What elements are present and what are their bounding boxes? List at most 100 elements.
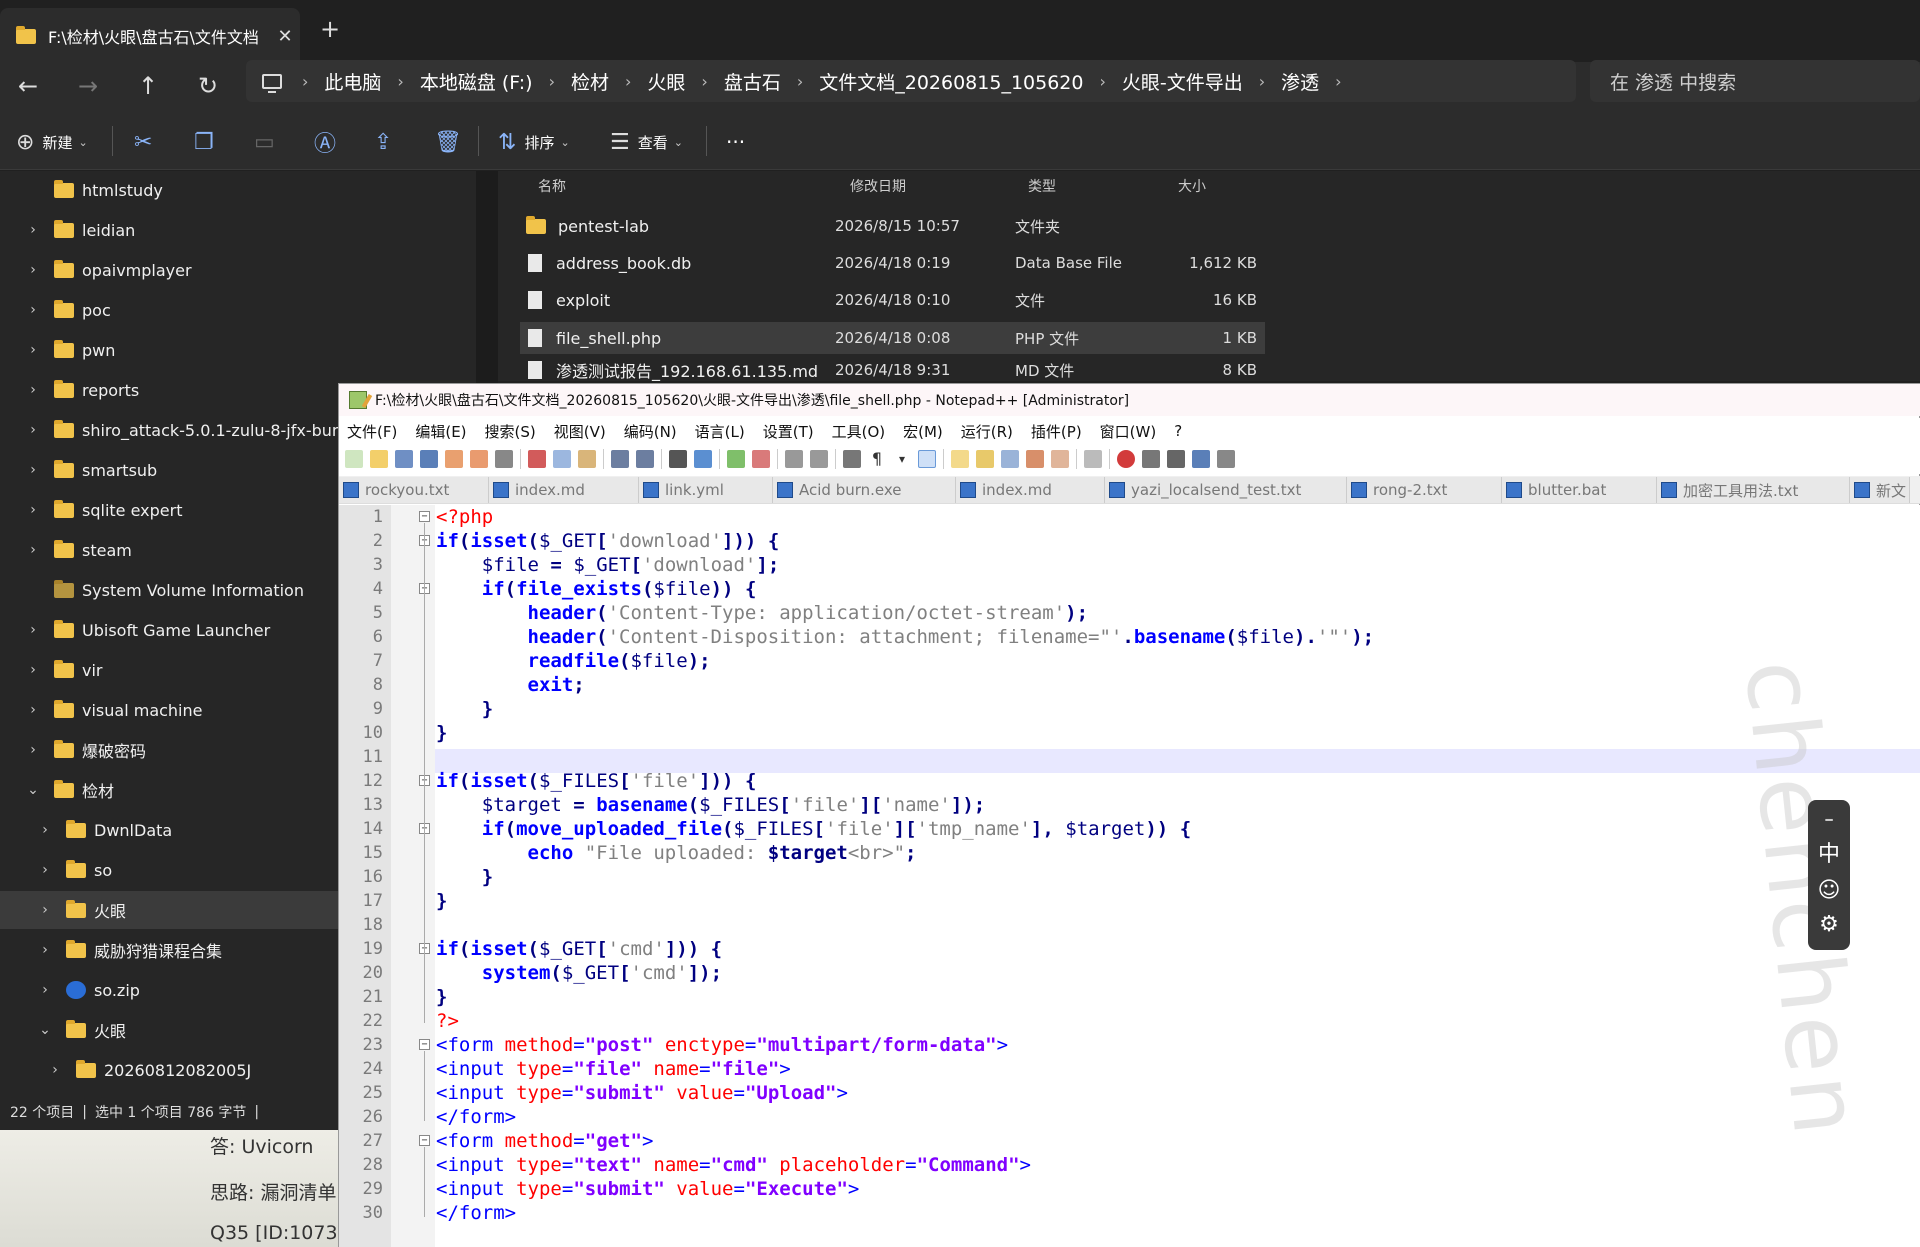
- file-row[interactable]: exploit 2026/4/18 0:10 文件 16 KB: [520, 284, 1265, 316]
- file-tab[interactable]: 新文: [1850, 477, 1910, 503]
- ime-mode-indicator[interactable]: 中: [1818, 836, 1840, 868]
- word-wrap-icon[interactable]: [843, 450, 861, 468]
- sync-vertical-icon[interactable]: [785, 450, 803, 468]
- emoji-icon[interactable]: ☺: [1818, 878, 1841, 903]
- file-row[interactable]: pentest-lab 2026/8/15 10:57 文件夹: [520, 210, 1265, 242]
- dropdown-icon[interactable]: ▾: [893, 450, 911, 468]
- tree-item[interactable]: › poc: [0, 291, 476, 329]
- breadcrumb-item[interactable]: 此电脑: [324, 68, 381, 95]
- file-row[interactable]: address_book.db 2026/4/18 0:19 Data Base…: [520, 247, 1265, 279]
- menu-edit[interactable]: 编辑(E): [415, 421, 466, 442]
- more-options-button[interactable]: ···: [726, 122, 745, 162]
- file-tab[interactable]: link.yml: [639, 477, 773, 503]
- save-all-icon[interactable]: [420, 450, 438, 468]
- menu-run[interactable]: 运行(R): [961, 421, 1013, 442]
- fold-toggle[interactable]: −: [419, 1135, 430, 1146]
- cut-button[interactable]: ✂: [134, 122, 160, 162]
- run-macro-multiple-icon[interactable]: [1192, 450, 1210, 468]
- column-header-name[interactable]: 名称: [538, 176, 566, 196]
- zoom-out-icon[interactable]: [752, 450, 770, 468]
- play-macro-icon[interactable]: [1167, 450, 1185, 468]
- chevron-icon[interactable]: ⌄: [38, 1022, 52, 1038]
- close-all-icon[interactable]: [470, 450, 488, 468]
- menu-file[interactable]: 文件(F): [347, 421, 397, 442]
- column-header-size[interactable]: 大小: [1178, 176, 1206, 196]
- sort-button[interactable]: ⇅ 排序 ⌄: [498, 122, 570, 162]
- delete-button[interactable]: 🗑: [434, 122, 470, 162]
- chevron-icon[interactable]: ›: [38, 822, 52, 838]
- new-tab-button[interactable]: +: [320, 15, 340, 43]
- save-macro-icon[interactable]: [1217, 450, 1235, 468]
- fold-toggle[interactable]: −: [419, 1039, 430, 1050]
- doc-list-icon[interactable]: [1001, 450, 1019, 468]
- indent-guide-icon[interactable]: [918, 450, 936, 468]
- chevron-icon[interactable]: ›: [38, 862, 52, 878]
- chevron-icon[interactable]: ›: [26, 542, 40, 558]
- chevron-icon[interactable]: ›: [26, 382, 40, 398]
- paste-icon[interactable]: [578, 450, 596, 468]
- view-button[interactable]: ☰ 查看 ⌄: [610, 122, 683, 162]
- new-button[interactable]: ⊕ 新建 ⌄: [16, 122, 88, 162]
- menu-language[interactable]: 语言(L): [695, 421, 745, 442]
- ime-toolbar[interactable]: ━ 中 ☺ ⚙: [1808, 800, 1850, 950]
- undo-icon[interactable]: [611, 450, 629, 468]
- chevron-icon[interactable]: ›: [26, 662, 40, 678]
- function-list-icon[interactable]: [1026, 450, 1044, 468]
- breadcrumb-item[interactable]: 火眼: [647, 68, 685, 95]
- menu-tools[interactable]: 工具(O): [832, 421, 886, 442]
- tree-item[interactable]: › leidian: [0, 211, 476, 249]
- file-tab[interactable]: 加密工具用法.txt: [1657, 477, 1850, 503]
- chevron-icon[interactable]: ›: [48, 1062, 62, 1078]
- breadcrumb-item[interactable]: 火眼-文件导出: [1122, 68, 1243, 95]
- chevron-icon[interactable]: ›: [26, 262, 40, 278]
- chevron-icon[interactable]: ›: [26, 222, 40, 238]
- column-header-type[interactable]: 类型: [1028, 176, 1056, 196]
- copy-icon[interactable]: [553, 450, 571, 468]
- menu-plugins[interactable]: 插件(P): [1031, 421, 1082, 442]
- cut-icon[interactable]: [528, 450, 546, 468]
- column-header-date[interactable]: 修改日期: [850, 176, 906, 196]
- chevron-icon[interactable]: ›: [38, 902, 52, 918]
- address-bar[interactable]: › 此电脑 › 本地磁盘 (F:) › 检材 › 火眼 › 盘古石 › 文件文档…: [246, 60, 1576, 102]
- explorer-tab[interactable]: F:\检材\火眼\盘古石\文件文档 ✕: [0, 8, 300, 64]
- file-tab[interactable]: rockyou.txt: [339, 477, 489, 503]
- chevron-icon[interactable]: ›: [26, 302, 40, 318]
- chevron-icon[interactable]: ›: [26, 742, 40, 758]
- chevron-icon[interactable]: ›: [38, 982, 52, 998]
- search-input[interactable]: 在 渗透 中搜索: [1590, 60, 1920, 102]
- breadcrumb-item[interactable]: 本地磁盘 (F:): [420, 68, 533, 95]
- share-button[interactable]: ⇪: [374, 122, 400, 162]
- sync-horizontal-icon[interactable]: [810, 450, 828, 468]
- file-row-selected[interactable]: file_shell.php 2026/4/18 0:08 PHP 文件 1 K…: [520, 322, 1265, 354]
- menu-view[interactable]: 视图(V): [554, 421, 606, 442]
- stop-macro-icon[interactable]: [1142, 450, 1160, 468]
- tree-item[interactable]: htmlstudy: [0, 171, 476, 209]
- close-icon[interactable]: ✕: [270, 26, 300, 47]
- refresh-button[interactable]: ↻: [184, 64, 232, 108]
- record-macro-icon[interactable]: [1117, 450, 1135, 468]
- close-file-icon[interactable]: [445, 450, 463, 468]
- tree-item[interactable]: › opaivmplayer: [0, 251, 476, 289]
- tree-item[interactable]: › pwn: [0, 331, 476, 369]
- breadcrumb-item[interactable]: 盘古石: [724, 68, 781, 95]
- print-icon[interactable]: [495, 450, 513, 468]
- chevron-icon[interactable]: ›: [26, 702, 40, 718]
- show-all-chars-icon[interactable]: ¶: [868, 450, 886, 468]
- file-row[interactable]: 渗透测试报告_192.168.61.135.md 2026/4/18 9:31 …: [520, 359, 1265, 381]
- chevron-icon[interactable]: ›: [38, 942, 52, 958]
- save-icon[interactable]: [395, 450, 413, 468]
- breadcrumb-item[interactable]: 渗透: [1281, 68, 1319, 95]
- chevron-icon[interactable]: ›: [26, 622, 40, 638]
- up-button[interactable]: ↑: [124, 64, 172, 108]
- chevron-icon[interactable]: ›: [26, 462, 40, 478]
- menu-macro[interactable]: 宏(M): [903, 421, 943, 442]
- chevron-icon[interactable]: ⌄: [26, 782, 40, 798]
- back-button[interactable]: ←: [4, 64, 52, 108]
- file-tab[interactable]: index.md: [489, 477, 639, 503]
- breadcrumb-item[interactable]: 文件文档_20260815_105620: [819, 68, 1083, 95]
- npp-titlebar[interactable]: F:\检材\火眼\盘古石\文件文档_20260815_105620\火眼-文件导…: [339, 384, 1920, 416]
- open-file-icon[interactable]: [370, 450, 388, 468]
- paste-button[interactable]: ▭: [254, 122, 283, 162]
- new-file-icon[interactable]: [345, 450, 363, 468]
- chevron-icon[interactable]: ›: [26, 502, 40, 518]
